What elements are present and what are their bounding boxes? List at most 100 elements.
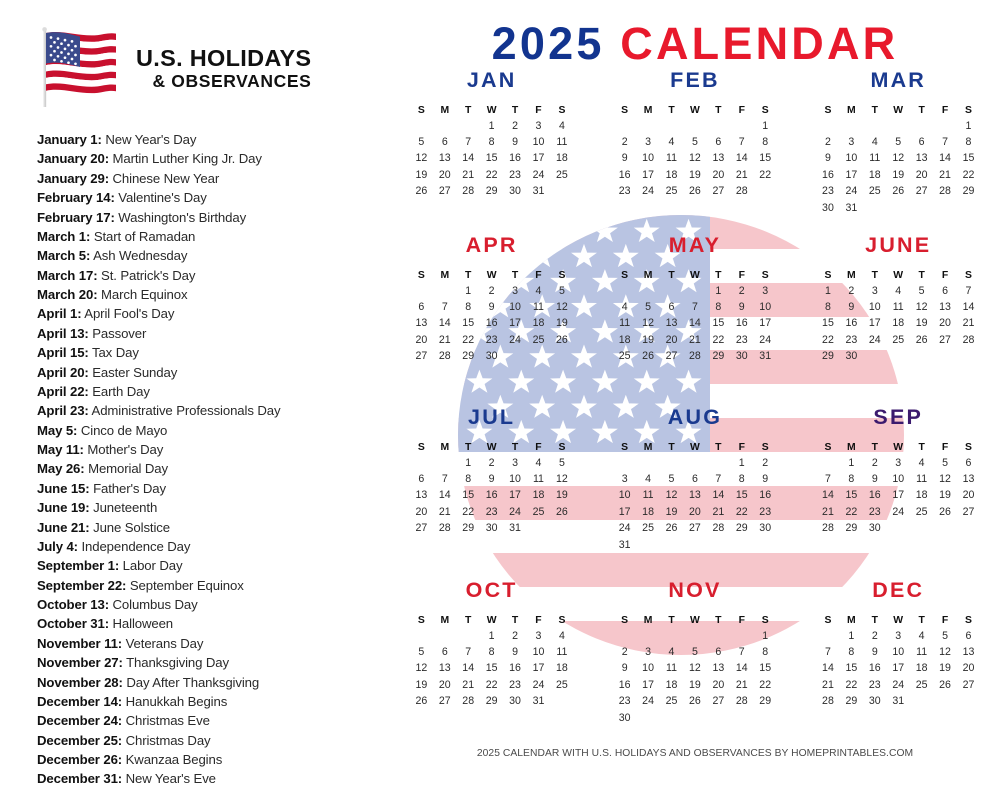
day-cell[interactable]: 3 xyxy=(887,628,910,644)
day-cell[interactable]: 20 xyxy=(410,504,433,520)
day-cell[interactable]: 23 xyxy=(613,693,636,709)
day-cell[interactable]: 25 xyxy=(887,332,910,348)
day-cell[interactable]: 28 xyxy=(933,183,956,199)
day-cell[interactable]: 19 xyxy=(550,315,573,331)
day-cell[interactable]: 8 xyxy=(816,299,839,315)
day-cell[interactable]: 6 xyxy=(683,471,706,487)
day-cell[interactable]: 8 xyxy=(840,644,863,660)
day-cell[interactable]: 25 xyxy=(910,677,933,693)
day-cell[interactable]: 12 xyxy=(910,299,933,315)
day-cell[interactable]: 26 xyxy=(636,348,659,364)
day-cell[interactable]: 24 xyxy=(863,332,886,348)
day-cell[interactable]: 1 xyxy=(840,628,863,644)
day-cell[interactable]: 12 xyxy=(933,644,956,660)
day-cell[interactable]: 11 xyxy=(910,644,933,660)
day-cell[interactable]: 16 xyxy=(480,315,503,331)
day-cell[interactable]: 11 xyxy=(527,471,550,487)
day-cell[interactable]: 16 xyxy=(753,487,776,503)
day-cell[interactable]: 21 xyxy=(456,677,479,693)
day-cell[interactable]: 24 xyxy=(753,332,776,348)
day-cell[interactable]: 10 xyxy=(503,299,526,315)
day-cell[interactable]: 10 xyxy=(613,487,636,503)
day-cell[interactable]: 11 xyxy=(887,299,910,315)
day-cell[interactable]: 12 xyxy=(410,150,433,166)
day-cell[interactable]: 11 xyxy=(660,660,683,676)
day-cell[interactable]: 25 xyxy=(910,504,933,520)
day-cell[interactable]: 21 xyxy=(433,332,456,348)
day-cell[interactable]: 5 xyxy=(683,134,706,150)
day-cell[interactable]: 14 xyxy=(730,660,753,676)
day-cell[interactable]: 19 xyxy=(636,332,659,348)
day-cell[interactable]: 15 xyxy=(456,487,479,503)
day-cell[interactable]: 5 xyxy=(636,299,659,315)
day-cell[interactable]: 6 xyxy=(433,644,456,660)
day-cell[interactable]: 15 xyxy=(816,315,839,331)
day-cell[interactable]: 22 xyxy=(840,677,863,693)
day-cell[interactable]: 4 xyxy=(636,471,659,487)
day-cell[interactable]: 29 xyxy=(480,693,503,709)
day-cell[interactable]: 13 xyxy=(410,315,433,331)
day-cell[interactable]: 21 xyxy=(433,504,456,520)
day-cell[interactable]: 26 xyxy=(410,693,433,709)
day-cell[interactable]: 2 xyxy=(863,455,886,471)
day-cell[interactable]: 6 xyxy=(933,283,956,299)
day-cell[interactable]: 9 xyxy=(863,644,886,660)
day-cell[interactable]: 21 xyxy=(730,677,753,693)
day-cell[interactable]: 9 xyxy=(480,299,503,315)
day-cell[interactable]: 9 xyxy=(753,471,776,487)
day-cell[interactable]: 6 xyxy=(660,299,683,315)
day-cell[interactable]: 9 xyxy=(730,299,753,315)
day-cell[interactable]: 28 xyxy=(683,348,706,364)
day-cell[interactable]: 21 xyxy=(707,504,730,520)
day-cell[interactable]: 2 xyxy=(730,283,753,299)
day-cell[interactable]: 1 xyxy=(816,283,839,299)
day-cell[interactable]: 5 xyxy=(910,283,933,299)
day-cell[interactable]: 30 xyxy=(816,199,839,215)
day-cell[interactable]: 19 xyxy=(683,167,706,183)
day-cell[interactable]: 7 xyxy=(730,644,753,660)
day-cell[interactable]: 20 xyxy=(683,504,706,520)
day-cell[interactable]: 7 xyxy=(957,283,980,299)
day-cell[interactable]: 14 xyxy=(707,487,730,503)
day-cell[interactable]: 5 xyxy=(887,134,910,150)
day-cell[interactable]: 6 xyxy=(707,134,730,150)
day-cell[interactable]: 1 xyxy=(840,455,863,471)
day-cell[interactable]: 31 xyxy=(613,536,636,552)
day-cell[interactable]: 7 xyxy=(816,644,839,660)
day-cell[interactable]: 11 xyxy=(910,471,933,487)
day-cell[interactable]: 20 xyxy=(707,167,730,183)
day-cell[interactable]: 8 xyxy=(480,644,503,660)
day-cell[interactable]: 31 xyxy=(753,348,776,364)
day-cell[interactable]: 19 xyxy=(887,167,910,183)
day-cell[interactable]: 13 xyxy=(410,487,433,503)
day-cell[interactable]: 1 xyxy=(456,455,479,471)
day-cell[interactable]: 22 xyxy=(730,504,753,520)
day-cell[interactable]: 2 xyxy=(503,628,526,644)
day-cell[interactable]: 10 xyxy=(636,150,659,166)
day-cell[interactable]: 23 xyxy=(613,183,636,199)
day-cell[interactable]: 10 xyxy=(863,299,886,315)
day-cell[interactable]: 28 xyxy=(730,183,753,199)
day-cell[interactable]: 1 xyxy=(480,118,503,134)
day-cell[interactable]: 2 xyxy=(753,455,776,471)
day-cell[interactable]: 7 xyxy=(683,299,706,315)
day-cell[interactable]: 30 xyxy=(730,348,753,364)
day-cell[interactable]: 10 xyxy=(503,471,526,487)
day-cell[interactable]: 13 xyxy=(957,471,980,487)
day-cell[interactable]: 22 xyxy=(707,332,730,348)
day-cell[interactable]: 28 xyxy=(456,183,479,199)
day-cell[interactable]: 17 xyxy=(887,487,910,503)
day-cell[interactable]: 18 xyxy=(527,487,550,503)
day-cell[interactable]: 13 xyxy=(433,150,456,166)
day-cell[interactable]: 24 xyxy=(503,332,526,348)
day-cell[interactable]: 17 xyxy=(527,660,550,676)
day-cell[interactable]: 10 xyxy=(887,644,910,660)
day-cell[interactable]: 26 xyxy=(887,183,910,199)
day-cell[interactable]: 15 xyxy=(456,315,479,331)
day-cell[interactable]: 4 xyxy=(910,455,933,471)
day-cell[interactable]: 2 xyxy=(816,134,839,150)
day-cell[interactable]: 1 xyxy=(456,283,479,299)
day-cell[interactable]: 23 xyxy=(503,677,526,693)
day-cell[interactable]: 12 xyxy=(550,471,573,487)
day-cell[interactable]: 24 xyxy=(887,504,910,520)
